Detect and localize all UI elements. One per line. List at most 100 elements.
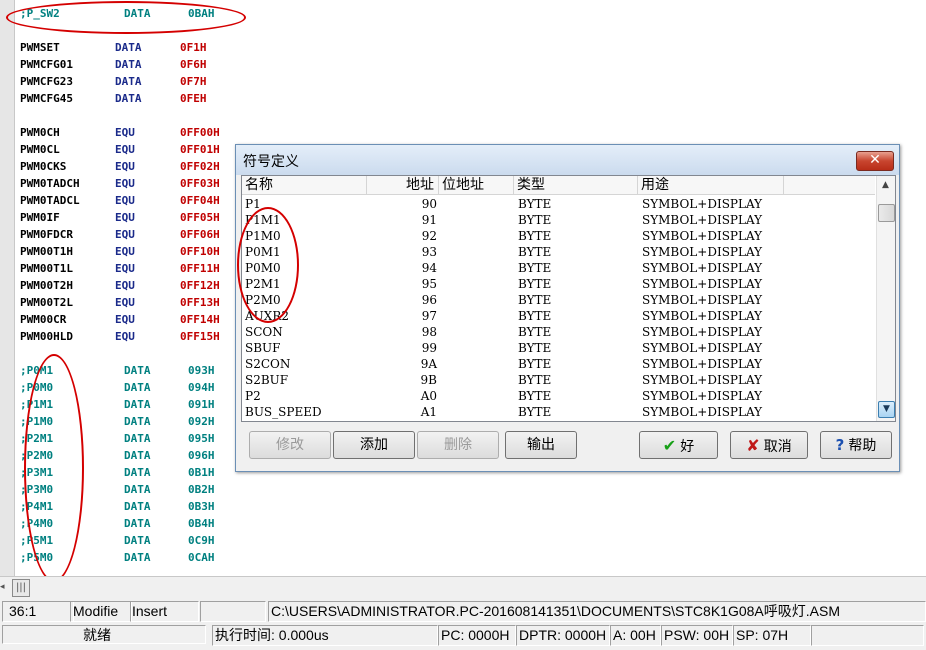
symbol-type: BYTE [518,293,552,307]
symbol-type: BYTE [518,373,552,387]
code-sym: PWM0FDCR [20,228,73,241]
scroll-up-arrow-icon[interactable]: ▲ [878,178,893,193]
code-sym: ;P0M0 [20,381,54,394]
code-sym: PWM0CL [20,143,60,156]
code-val: 095H [188,432,215,445]
code-sym: ;P2M0 [20,449,54,462]
list-item[interactable]: P0M1 93 BYTE SYMBOL+DISPLAY [242,244,875,260]
symbol-addr: 96 [421,293,437,307]
code-kw: DATA [124,534,151,547]
symbol-addr: 91 [421,213,437,227]
editor-gutter [0,0,15,576]
list-item[interactable]: P1 90 BYTE SYMBOL+DISPLAY [242,196,875,212]
symbol-name: P1 [245,197,261,211]
symbol-type: BYTE [518,245,552,259]
list-item[interactable]: S2BUF 9B BYTE SYMBOL+DISPLAY [242,372,875,388]
symbol-use: SYMBOL+DISPLAY [642,357,763,371]
list-item[interactable]: AUXR2 97 BYTE SYMBOL+DISPLAY [242,308,875,324]
dialog-title: 符号定义 [243,154,299,170]
list-item[interactable]: P1M0 92 BYTE SYMBOL+DISPLAY [242,228,875,244]
list-item[interactable]: P2M1 95 BYTE SYMBOL+DISPLAY [242,276,875,292]
dialog-titlebar[interactable]: 符号定义 ✕ [236,145,899,175]
code-sym: ;P2M1 [20,432,54,445]
insert-mode-indicator: Insert [130,601,199,622]
status-bar-debug: 就绪 执行时间: 0.000us PC: 0000H DPTR: 0000H A… [0,623,926,650]
help-question-icon: ? [835,436,845,454]
code-val: 0FF03H [180,177,220,190]
code-val: 0FF01H [180,143,220,156]
code-sym: PWM00T2H [20,279,73,292]
symbol-addr: 98 [421,325,437,339]
list-item[interactable]: P2 A0 BYTE SYMBOL+DISPLAY [242,388,875,404]
code-kw: DATA [124,415,151,428]
code-kw: DATA [124,449,151,462]
code-kw: DATA [115,58,142,71]
list-item[interactable]: P0M0 94 BYTE SYMBOL+DISPLAY [242,260,875,276]
symbol-addr: 93 [421,245,437,259]
list-item[interactable]: P1M1 91 BYTE SYMBOL+DISPLAY [242,212,875,228]
add-button[interactable]: 添加 [333,431,415,459]
column-header-type[interactable]: 类型 [514,176,638,194]
help-button[interactable]: ? 帮助 [820,431,892,459]
code-val: 0F1H [180,41,207,54]
cancel-button[interactable]: ✘ 取消 [730,431,808,459]
code-val: 092H [188,415,215,428]
column-header-use[interactable]: 用途 [638,176,784,194]
code-val: 0B1H [188,466,215,479]
symbol-name: P1M1 [245,213,281,227]
code-kw: DATA [124,517,151,530]
column-header-bitaddr[interactable]: 位地址 [439,176,514,194]
close-icon[interactable]: ✕ [856,151,894,171]
code-kw: EQU [115,143,135,156]
list-item[interactable]: P2M0 96 BYTE SYMBOL+DISPLAY [242,292,875,308]
code-kw: EQU [115,262,135,275]
scroll-down-arrow-icon[interactable]: ▼ [878,401,895,418]
check-icon: ✔ [662,436,677,455]
symbol-name: P1M0 [245,229,281,243]
code-val: 0B3H [188,500,215,513]
symbol-list[interactable]: 名称 地址 位地址 类型 用途 P1 90 BYTE SYMBOL+DISPLAY P1… [241,175,896,422]
symbol-type: BYTE [518,389,552,403]
list-item[interactable]: SBUF 99 BYTE SYMBOL+DISPLAY [242,340,875,356]
code-kw: EQU [115,177,135,190]
code-sym: ;P3M1 [20,466,54,479]
list-item[interactable]: SCON 98 BYTE SYMBOL+DISPLAY [242,324,875,340]
sp-register: SP: 07H [733,625,811,646]
symbol-use: SYMBOL+DISPLAY [642,245,763,259]
output-button[interactable]: 输出 [505,431,577,459]
column-header-addr[interactable]: 地址 [367,176,439,194]
status-spacer-right [811,625,924,646]
ready-status: 就绪 [2,625,206,644]
code-val: 0FF13H [180,296,220,309]
delete-button[interactable]: 删除 [417,431,499,459]
scroll-thumb[interactable]: ||| [12,579,30,597]
modify-button[interactable]: 修改 [249,431,331,459]
symbol-name: SCON [245,325,283,339]
symbol-type: BYTE [518,277,552,291]
column-header-name[interactable]: 名称 [242,176,367,194]
ok-button[interactable]: ✔ 好 [639,431,718,459]
code-val: 0F6H [180,58,207,71]
list-vertical-scrollbar[interactable]: ▲ ▼ [876,176,895,421]
list-scroll-thumb[interactable] [878,204,895,222]
code-val: 0FF11H [180,262,220,275]
list-item[interactable]: BUS_SPEED A1 BYTE SYMBOL+DISPLAY [242,404,875,420]
code-val: 0B2H [188,483,215,496]
scroll-left-arrow-icon[interactable]: ◂ [0,579,8,595]
horizontal-scrollbar[interactable]: ◂ ||| [0,576,926,599]
code-kw: EQU [115,126,135,139]
code-kw: EQU [115,245,135,258]
symbol-type: BYTE [518,357,552,371]
code-sym: PWM0CKS [20,160,67,173]
list-item[interactable]: S2CON 9A BYTE SYMBOL+DISPLAY [242,356,875,372]
symbol-addr: A0 [420,389,437,403]
code-kw: DATA [124,551,151,564]
symbol-addr: 9A [420,357,437,371]
symbol-use: SYMBOL+DISPLAY [642,373,763,387]
code-kw: DATA [124,466,151,479]
symbol-name: P0M0 [245,261,281,275]
code-sym: ;P1M1 [20,398,54,411]
code-kw: DATA [124,7,151,20]
exec-time: 执行时间: 0.000us [212,625,438,646]
symbol-name: P0M1 [245,245,281,259]
